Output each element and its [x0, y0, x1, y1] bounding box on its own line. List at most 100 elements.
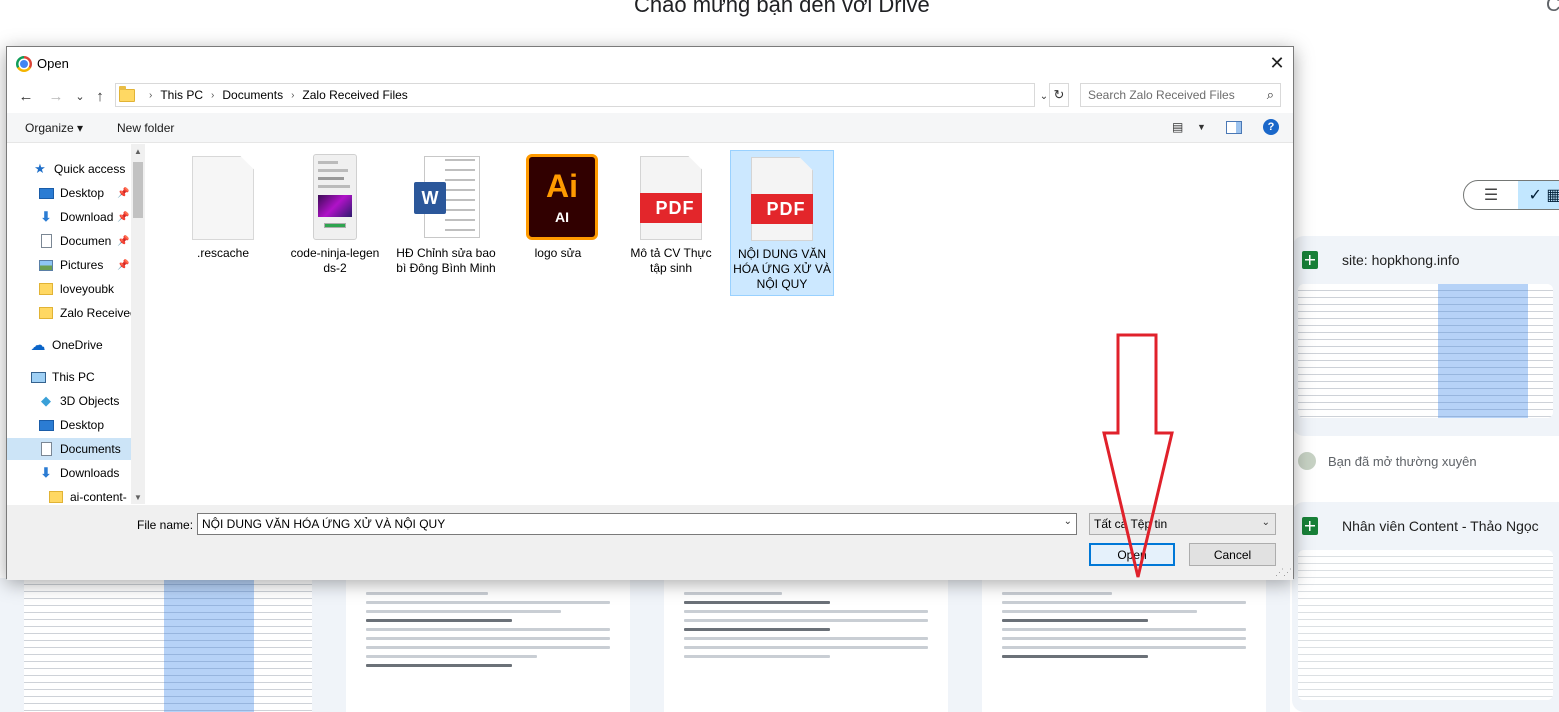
change-view-icon[interactable]: ▤	[1172, 120, 1183, 134]
nav-label: Downloads	[60, 466, 120, 480]
file-item[interactable]: .rescache	[171, 150, 275, 290]
folder-icon	[48, 489, 64, 504]
nav-label: Pictures	[60, 258, 104, 272]
nav-item-documents-quick[interactable]: Documen	[38, 230, 111, 252]
scroll-down-icon[interactable]: ▼	[131, 490, 145, 504]
nav-label: Documen	[60, 234, 112, 248]
nav-item-zalo-received[interactable]: Zalo Receivec	[38, 302, 136, 324]
cube-icon: ◆	[41, 393, 51, 408]
card-title: Nhân viên Content - Thảo Ngọc	[1342, 518, 1539, 534]
file-preview-card[interactable]	[966, 578, 1282, 712]
help-icon[interactable]: ?	[1263, 119, 1279, 135]
breadcrumb-zalo-received-files[interactable]: Zalo Received Files	[302, 88, 407, 102]
nav-label: loveyoubk	[60, 282, 115, 296]
nav-item-onedrive[interactable]: ☁ OneDrive	[30, 334, 103, 356]
breadcrumb-documents[interactable]: Documents	[222, 88, 283, 102]
card-thumbnail	[1298, 550, 1553, 700]
file-type-select[interactable]: Tất cả Tệp tin ⌄	[1089, 513, 1276, 535]
desktop-icon	[38, 185, 54, 201]
organize-menu[interactable]: Organize ▾	[25, 121, 83, 135]
nav-label: Desktop	[60, 186, 105, 200]
file-item-selected[interactable]: PDF NỘI DUNG VĂN HÓA ỨNG XỬ VÀ NỘI QUY	[730, 150, 834, 296]
pin-icon: 📌	[117, 212, 130, 223]
view-options-chevron-icon[interactable]: ▼	[1197, 122, 1206, 132]
nav-item-downloads[interactable]: ⬇ Downloads	[38, 462, 120, 484]
file-preview-card[interactable]	[8, 578, 328, 712]
back-arrow-icon[interactable]: ←	[15, 85, 37, 107]
nav-label: ai-content-	[70, 490, 127, 504]
cancel-button[interactable]: Cancel	[1189, 543, 1276, 566]
grid-view-icon[interactable]: ✓ ▦	[1518, 181, 1559, 209]
new-folder-button[interactable]: New folder	[117, 121, 174, 135]
doc-preview	[664, 578, 948, 672]
file-item[interactable]: Ai AI logo sửa	[506, 150, 610, 290]
suggested-file-card[interactable]: Nhân viên Content - Thảo Ngọc	[1292, 502, 1559, 712]
forward-arrow-icon[interactable]: →	[45, 85, 67, 107]
chrome-icon	[16, 56, 32, 72]
file-item[interactable]: code-ninja-legen ds-2	[283, 150, 387, 290]
list-view-icon[interactable]: ☰	[1464, 181, 1518, 209]
breadcrumb-this-pc[interactable]: This PC	[160, 88, 203, 102]
nav-item-this-pc[interactable]: This PC	[30, 366, 95, 388]
refresh-icon[interactable]: ↻	[1049, 83, 1069, 107]
recent-locations-icon[interactable]: ⌄	[69, 85, 91, 107]
up-arrow-icon[interactable]: ↑	[89, 85, 111, 107]
frequent-label: Bạn đã mở thường xuyên	[1328, 453, 1477, 469]
nav-item-desktop-pc[interactable]: Desktop	[38, 414, 104, 436]
image-file-icon	[303, 154, 367, 242]
file-preview-card[interactable]	[648, 578, 964, 712]
chevron-down-icon: ⌄	[1261, 517, 1270, 528]
illustrator-file-icon: Ai AI	[526, 154, 598, 242]
drive-welcome-title: Chào mừng bạn đến với Drive	[634, 0, 930, 17]
folder-icon	[38, 281, 54, 297]
search-icon: ⌕	[1266, 87, 1274, 102]
open-button[interactable]: Open	[1089, 543, 1175, 566]
nav-item-pictures[interactable]: Pictures	[38, 254, 103, 276]
star-icon: ★	[34, 161, 46, 176]
nav-label: This PC	[52, 370, 95, 384]
suggested-file-card[interactable]: site: hopkhong.info	[1292, 236, 1559, 436]
nav-pane-scrollbar[interactable]: ▲ ▼	[131, 144, 145, 504]
pdf-file-icon: PDF	[750, 155, 814, 243]
dialog-titlebar[interactable]: Open ✕	[7, 47, 1293, 79]
nav-item-ai-content[interactable]: ai-content-	[48, 486, 127, 504]
file-name: code-ninja-legen ds-2	[290, 246, 380, 275]
download-icon: ⬇	[40, 465, 52, 480]
preview-pane-icon[interactable]	[1226, 121, 1242, 134]
nav-item-loveyoubk[interactable]: loveyoubk	[38, 278, 114, 300]
card-header: Nhân viên Content - Thảo Ngọc	[1292, 502, 1559, 550]
pin-icon: 📌	[117, 236, 130, 247]
file-list: .rescache code-ninja-legen ds-2 W HĐ Chỉ…	[146, 144, 1293, 504]
nav-item-desktop[interactable]: Desktop	[38, 182, 104, 204]
file-name-field[interactable]: NỘI DUNG VĂN HÓA ỨNG XỬ VÀ NỘI QUY ⌄	[197, 513, 1077, 535]
scrollbar-thumb[interactable]	[133, 162, 143, 218]
sheet-preview	[1298, 550, 1553, 700]
search-input[interactable]: Search Zalo Received Files ⌕	[1080, 83, 1281, 107]
dialog-footer: File name: NỘI DUNG VĂN HÓA ỨNG XỬ VÀ NỘ…	[7, 505, 1293, 580]
close-icon[interactable]: ✕	[1261, 47, 1293, 79]
file-preview-card[interactable]	[330, 578, 646, 712]
blank-file-icon	[191, 154, 255, 242]
nav-label: Download	[60, 210, 114, 224]
document-icon	[38, 233, 54, 249]
chevron-down-icon[interactable]: ⌄	[1064, 516, 1072, 527]
word-file-icon: W	[414, 154, 480, 242]
nav-item-quick-access[interactable]: ★ Quick access	[32, 158, 125, 180]
pdf-label: PDF	[640, 193, 702, 223]
file-item[interactable]: PDF Mô tả CV Thực tập sinh	[619, 150, 723, 290]
nav-item-documents[interactable]: Documents	[7, 438, 131, 460]
navigation-pane: ★ Quick access Desktop ⬇ Download Docume…	[7, 144, 145, 504]
nav-item-3d-objects[interactable]: ◆ 3D Objects	[38, 390, 119, 412]
scroll-up-icon[interactable]: ▲	[131, 144, 145, 158]
search-placeholder: Search Zalo Received Files	[1088, 88, 1235, 102]
card-header: site: hopkhong.info	[1292, 236, 1559, 284]
resize-grip-icon[interactable]: ⋰⋰	[1275, 567, 1292, 578]
doc-preview	[982, 578, 1266, 672]
view-toggle[interactable]: ☰ ✓ ▦	[1463, 180, 1559, 210]
address-bar[interactable]: › This PC › Documents › Zalo Received Fi…	[115, 83, 1035, 107]
doc-preview	[346, 578, 630, 681]
nav-item-download[interactable]: ⬇ Download	[38, 206, 114, 228]
nav-label: Quick access	[54, 162, 126, 176]
pin-icon: 📌	[117, 260, 130, 271]
file-item[interactable]: W HĐ Chỉnh sửa bao bì Đông Bình Minh	[394, 150, 498, 290]
